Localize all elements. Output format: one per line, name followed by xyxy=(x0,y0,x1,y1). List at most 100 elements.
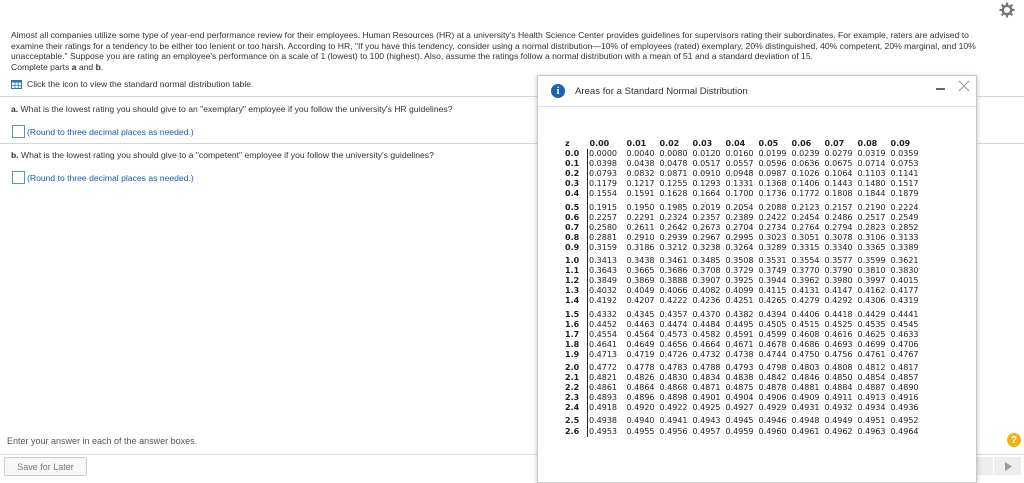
z-value: 0.2 xyxy=(565,169,580,179)
z-table-cell: 0.4582 xyxy=(692,329,721,339)
z-table-cell: 0.4463 xyxy=(626,319,655,329)
z-table-cell: 0.4957 xyxy=(692,426,721,436)
z-table-cell: 0.2673 xyxy=(692,222,721,232)
close-icon[interactable] xyxy=(957,79,971,93)
z-table-cell: 0.4671 xyxy=(725,339,754,349)
z-table-column-header: 0.09 xyxy=(890,139,911,148)
z-table-cell: 0.3888 xyxy=(659,276,688,286)
z-table-cell: 0.2389 xyxy=(725,212,754,222)
z-table-cell: 0.4940 xyxy=(626,416,655,426)
z-table-cell: 0.4901 xyxy=(692,393,721,403)
z-table-cell: 0.2910 xyxy=(626,232,655,242)
z-table-cell: 0.3106 xyxy=(857,232,886,242)
z-table-cell: 0.3508 xyxy=(725,256,754,266)
z-table-cell: 0.4633 xyxy=(890,329,919,339)
z-value: 1.0 xyxy=(565,256,580,266)
z-table-cell: 0.4960 xyxy=(758,426,787,436)
z-table-cell: 0.3869 xyxy=(626,276,655,286)
z-table-cell: 0.4406 xyxy=(791,309,820,319)
z-table-cell: 0.4946 xyxy=(758,416,787,426)
z-table-cell: 0.4564 xyxy=(626,329,655,339)
answer-b-input[interactable] xyxy=(12,171,25,184)
minimize-icon[interactable] xyxy=(936,88,945,90)
z-table-cell: 0.4956 xyxy=(659,426,688,436)
z-table-cell: 0.2088 xyxy=(758,202,787,212)
z-table-cell: 0.4793 xyxy=(725,362,754,372)
z-table-row: 2.4 0.4918 0.4920 0.4922 0.4925 0.4927 0.4929 0… xyxy=(565,403,924,414)
z-table-cell: 0.1736 xyxy=(758,189,787,199)
z-table-cell: 0.0675 xyxy=(824,159,853,169)
z-table-cell: 0.1217 xyxy=(626,179,655,189)
z-table-cell: 0.3830 xyxy=(890,266,919,276)
z-table-cell: 0.3238 xyxy=(692,242,721,252)
z-table-cell: 0.1443 xyxy=(824,179,853,189)
z-table-cell: 0.4319 xyxy=(890,296,919,306)
z-table-cell: 0.3599 xyxy=(857,256,886,266)
z-table-cell: 0.4192 xyxy=(587,296,627,307)
z-table-cell: 0.2422 xyxy=(758,212,787,222)
z-table-row: 2.3 0.4893 0.4896 0.4898 0.4901 0.4904 0.4906 0… xyxy=(565,393,924,404)
z-table-cell: 0.1517 xyxy=(890,179,919,189)
z-table-cell: 0.4625 xyxy=(857,329,886,339)
z-table-cell: 0.4772 xyxy=(587,359,627,374)
z-table-cell: 0.1064 xyxy=(824,169,853,179)
next-button[interactable] xyxy=(994,457,1021,475)
z-table-cell: 0.4887 xyxy=(857,383,886,393)
z-table-cell: 0.4738 xyxy=(725,349,754,359)
popup-header: i Areas for a Standard Normal Distributi… xyxy=(538,76,976,106)
z-table-row: 1.7 0.4554 0.4564 0.4573 0.4582 0.4591 0.4599 0… xyxy=(565,329,924,340)
z-table-cell: 0.4893 xyxy=(587,393,627,404)
z-table-row: 1.5 0.4332 0.4345 0.4357 0.4370 0.4382 0.4394 0… xyxy=(565,306,924,320)
z-table-cell: 0.3621 xyxy=(890,256,919,266)
z-table-cell: 0.4861 xyxy=(587,383,627,394)
z-table-cell: 0.4812 xyxy=(857,362,886,372)
z-table-cell: 0.4948 xyxy=(791,416,820,426)
z-table-cell: 0.4719 xyxy=(626,349,655,359)
z-table-cell: 0.3159 xyxy=(587,242,627,254)
z-table-row: 0.4 0.1554 0.1591 0.1628 0.1664 0.1700 0.1736 0… xyxy=(565,189,924,200)
z-table-cell: 0.0040 xyxy=(626,149,655,159)
z-table-cell: 0.4931 xyxy=(791,403,820,413)
z-table-cell: 0.1255 xyxy=(659,179,688,189)
z-table-cell: 0.4808 xyxy=(824,362,853,372)
save-for-later-button[interactable]: Save for Later xyxy=(4,457,87,476)
z-table-row: 1.8 0.4641 0.4649 0.4656 0.4664 0.4671 0.4678 0… xyxy=(565,339,924,350)
z-table-cell: 0.0398 xyxy=(587,159,627,170)
z-table-cell: 0.4850 xyxy=(824,373,853,383)
z-table-cell: 0.0987 xyxy=(758,169,787,179)
z-table-cell: 0.4495 xyxy=(725,319,754,329)
z-table-cell: 0.4222 xyxy=(659,296,688,306)
z-table-cell: 0.3849 xyxy=(587,276,627,287)
z-table-column-header: 0.06 xyxy=(791,139,812,148)
z-table-cell: 0.4941 xyxy=(659,416,688,426)
answer-a-input[interactable] xyxy=(12,125,25,138)
z-table-cell: 0.2224 xyxy=(890,202,919,212)
z-table-cell: 0.3944 xyxy=(758,276,787,286)
z-table-cell: 0.0871 xyxy=(659,169,688,179)
z-table-cell: 0.4826 xyxy=(626,373,655,383)
table-icon[interactable] xyxy=(11,79,22,89)
popup-separator xyxy=(538,106,976,107)
z-table-cell: 0.4788 xyxy=(692,362,721,372)
z-table-cell: 0.4846 xyxy=(791,373,820,383)
z-table-cell: 0.1950 xyxy=(626,202,655,212)
z-table-cell: 0.4131 xyxy=(791,286,820,296)
z-table-cell: 0.3554 xyxy=(791,256,820,266)
z-table-cell: 0.4082 xyxy=(692,286,721,296)
gear-icon[interactable] xyxy=(999,2,1015,18)
z-table-cell: 0.2794 xyxy=(824,222,853,232)
z-table-cell: 0.4032 xyxy=(587,286,627,297)
z-table-cell: 0.4599 xyxy=(758,329,787,339)
z-table-cell: 0.1368 xyxy=(758,179,787,189)
z-table-cell: 0.3907 xyxy=(692,276,721,286)
help-icon[interactable]: ? xyxy=(1007,433,1021,447)
z-value: 0.1 xyxy=(565,159,580,169)
z-value: 0.9 xyxy=(565,242,580,252)
z-table-cell: 0.2019 xyxy=(692,202,721,212)
z-table-cell: 0.4964 xyxy=(890,426,919,436)
z-table-column-header: z xyxy=(565,139,570,148)
z-value: 1.9 xyxy=(565,349,580,359)
z-table-cell: 0.0199 xyxy=(758,149,787,159)
table-hint: Click the icon to view the standard norm… xyxy=(11,79,253,89)
z-table-cell: 0.4573 xyxy=(659,329,688,339)
